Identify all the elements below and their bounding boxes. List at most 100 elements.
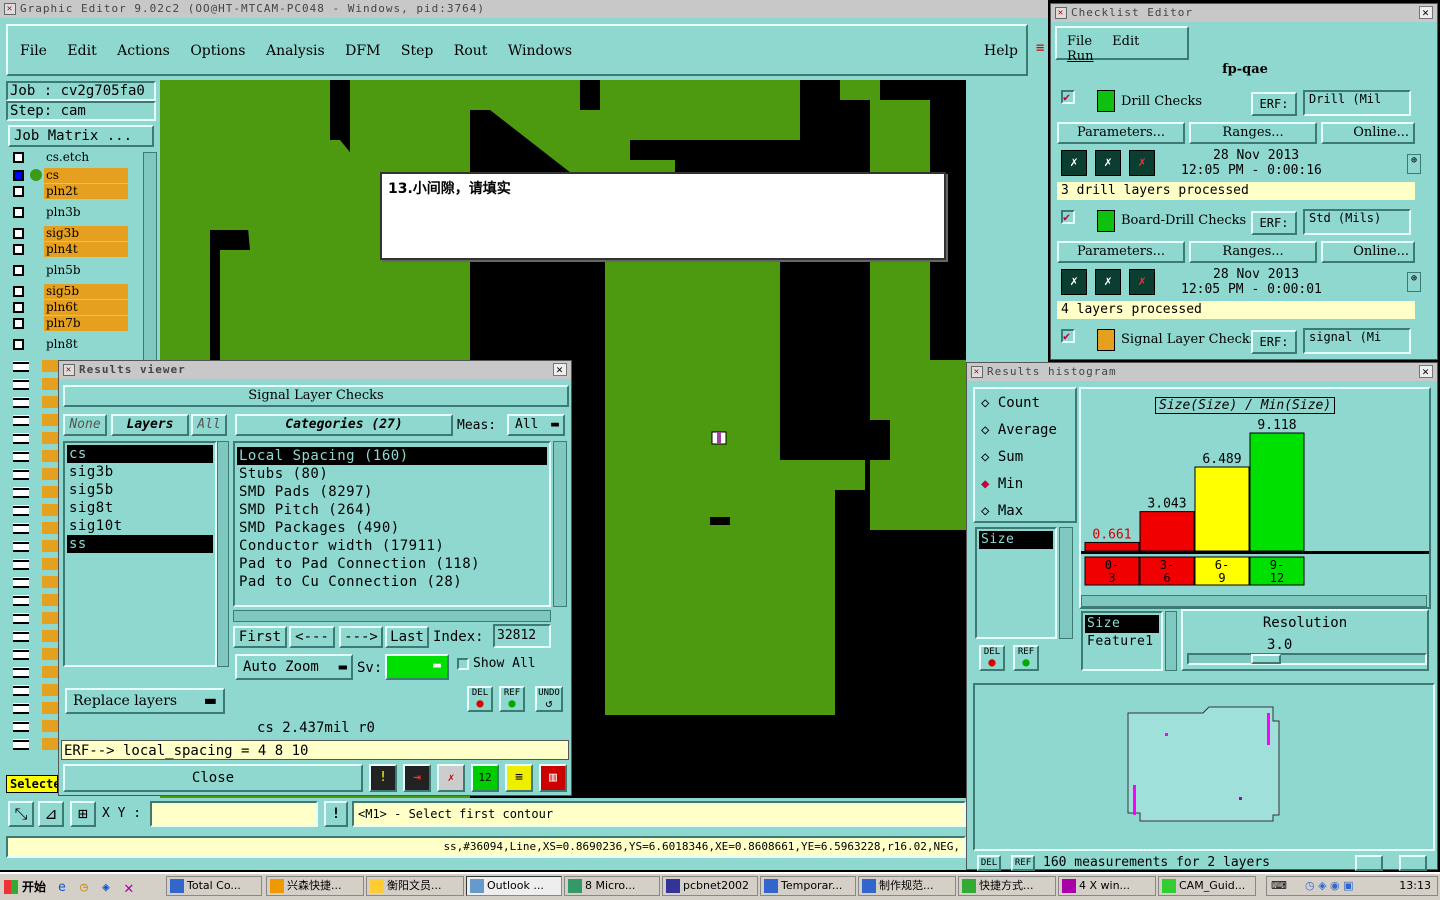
layer-row[interactable]: pln2t	[10, 184, 128, 199]
check-enable-checkbox[interactable]: ✔	[1061, 210, 1075, 224]
x-icon[interactable]: ✕	[124, 878, 134, 897]
menu-actions[interactable]: Actions	[117, 43, 170, 59]
taskbar-item[interactable]: Outlook ...	[466, 876, 562, 896]
checklist-menu-edit[interactable]: Edit	[1112, 34, 1139, 49]
del-button[interactable]: DEL ●	[467, 686, 493, 712]
category-scrollbar[interactable]	[553, 441, 567, 607]
categories-button[interactable]: Categories (27)	[235, 414, 453, 436]
layer-checkbox[interactable]	[13, 286, 24, 297]
taskbar-item[interactable]: 衡阳文员...	[366, 876, 464, 896]
auto-zoom-dropdown[interactable]: Auto Zoom ▬	[235, 654, 353, 680]
stop-icon[interactable]: ✗	[1129, 269, 1155, 295]
slider-thumb[interactable]	[1251, 654, 1281, 664]
menu-dfm[interactable]: DFM	[345, 43, 380, 59]
layer-row[interactable]: sig5b	[10, 284, 128, 299]
layer-list-scrollbar[interactable]	[217, 441, 229, 667]
first-button[interactable]: First	[233, 626, 287, 648]
ie-icon[interactable]: e	[58, 880, 66, 895]
close-icon[interactable]: ✕	[553, 363, 567, 376]
layer-row[interactable]: pln3b	[10, 205, 128, 220]
undo-button[interactable]: UNDO ↺	[535, 686, 563, 712]
list-item[interactable]: Conductor width (17911)	[237, 537, 547, 555]
layers-button[interactable]: Layers	[111, 414, 189, 436]
meas-dropdown[interactable]: All ▬	[507, 414, 565, 436]
layer-checkbox[interactable]	[13, 228, 24, 239]
erf-button[interactable]: ERF:	[1251, 211, 1297, 235]
list-item[interactable]: sig8t	[67, 499, 213, 517]
del-button[interactable]: DEL	[977, 855, 1001, 871]
run-icon[interactable]: ✗	[1061, 150, 1087, 176]
scroll-arrow[interactable]: ⊕	[1407, 154, 1421, 174]
close-icon[interactable]: ✕	[1419, 365, 1433, 378]
run-icon[interactable]: ✗	[1061, 269, 1087, 295]
list-item[interactable]: cs	[67, 445, 213, 463]
check-enable-checkbox[interactable]: ✔	[1061, 329, 1075, 343]
ranges-button[interactable]: Ranges...	[1189, 122, 1317, 144]
list-item[interactable]: sig10t	[67, 517, 213, 535]
layer-checkbox[interactable]	[13, 186, 24, 197]
list-icon[interactable]: ≡	[505, 764, 533, 792]
size-list-scrollbar[interactable]	[1059, 527, 1073, 639]
list-item[interactable]: SMD Pads (8297)	[237, 483, 547, 501]
layer-row[interactable]: cs.etch	[10, 150, 128, 165]
taskbar-item[interactable]: Total Co...	[166, 876, 262, 896]
menu-step[interactable]: Step	[401, 43, 433, 59]
layer-row[interactable]: pln6t	[10, 300, 128, 315]
report-icon[interactable]: !	[369, 764, 397, 792]
list-item[interactable]: sig3b	[67, 463, 213, 481]
exit-icon[interactable]: ⇥	[403, 764, 431, 792]
checklist-menu-file[interactable]: File	[1067, 34, 1092, 49]
prev-button[interactable]: <---	[289, 626, 335, 648]
replace-layers-dropdown[interactable]: Replace layers ▬	[65, 688, 225, 714]
tray-icons[interactable]: ◷ ◈ ◉ ▣	[1305, 877, 1354, 895]
job-matrix-button[interactable]: Job Matrix ...	[8, 125, 154, 147]
erf-field[interactable]: signal (Mi	[1303, 328, 1411, 354]
feature-list-scrollbar[interactable]	[1165, 611, 1177, 671]
layer-row[interactable]: pln8t	[10, 337, 128, 352]
ref-button[interactable]: REF ●	[499, 686, 525, 712]
list-item[interactable]: ss	[67, 535, 213, 553]
layer-row[interactable]: cs	[10, 168, 128, 183]
check-name[interactable]: Drill Checks	[1121, 94, 1202, 109]
run-all-icon[interactable]: ✗	[1095, 150, 1121, 176]
menu-options[interactable]: Options	[190, 43, 245, 59]
keyboard-icon[interactable]: ⌨	[1271, 877, 1287, 895]
layer-checkbox[interactable]	[13, 339, 24, 350]
print-icon[interactable]	[1399, 855, 1427, 871]
scroll-arrow[interactable]: ⊕	[1407, 272, 1421, 292]
index-input[interactable]: 32812	[493, 624, 551, 648]
erf-field[interactable]: Std (Mils)	[1303, 209, 1411, 235]
category-hscrollbar[interactable]	[233, 610, 551, 622]
layer-checkbox[interactable]	[13, 170, 24, 181]
menu-rout[interactable]: Rout	[454, 43, 488, 59]
grid-icon[interactable]: ⊞	[70, 801, 96, 827]
last-button[interactable]: Last	[385, 626, 429, 648]
measure-icon[interactable]: ⊿	[38, 801, 64, 827]
layer-checkbox[interactable]	[13, 318, 24, 329]
stop-icon[interactable]: ✗	[1129, 150, 1155, 176]
export-icon[interactable]	[1355, 855, 1383, 871]
layer-checkbox[interactable]	[13, 302, 24, 313]
list-item[interactable]: SMD Pitch (264)	[237, 501, 547, 519]
list-item[interactable]: Pad to Pad Connection (118)	[237, 555, 547, 573]
histogram-titlebar[interactable]: ✕ Results histogram ✕	[967, 363, 1437, 381]
show-all-checkbox[interactable]	[457, 658, 469, 670]
list-item[interactable]: SMD Packages (490)	[237, 519, 547, 537]
erf-button[interactable]: ERF:	[1251, 92, 1297, 116]
select-label[interactable]: Selecte	[6, 775, 58, 793]
taskbar-item[interactable]: 兴森快捷...	[266, 876, 364, 896]
menu-file[interactable]: File	[20, 43, 47, 59]
graphic-editor-titlebar[interactable]: ✕ Graphic Editor 9.02c2 (OO@HT-MTCAM-PC0…	[0, 0, 1048, 18]
list-item[interactable]: Size	[979, 531, 1053, 549]
board-preview[interactable]	[973, 683, 1435, 851]
layer-row[interactable]: sig3b	[10, 226, 128, 241]
check-enable-checkbox[interactable]: ✔	[1061, 90, 1075, 104]
mode-average[interactable]: ◇ Average	[981, 422, 1057, 438]
online-button[interactable]: Online...	[1321, 122, 1415, 144]
erf-field[interactable]: Drill (Mil	[1303, 90, 1411, 116]
layer-checkbox[interactable]	[13, 207, 24, 218]
menu-help[interactable]: Help	[984, 43, 1018, 59]
xy-input[interactable]	[150, 801, 318, 827]
histogram-chart[interactable]: 0.661 0-3 3.043 3-6 6.489 6-9 9.118 9-12	[1081, 389, 1429, 607]
none-button[interactable]: None	[63, 414, 107, 436]
